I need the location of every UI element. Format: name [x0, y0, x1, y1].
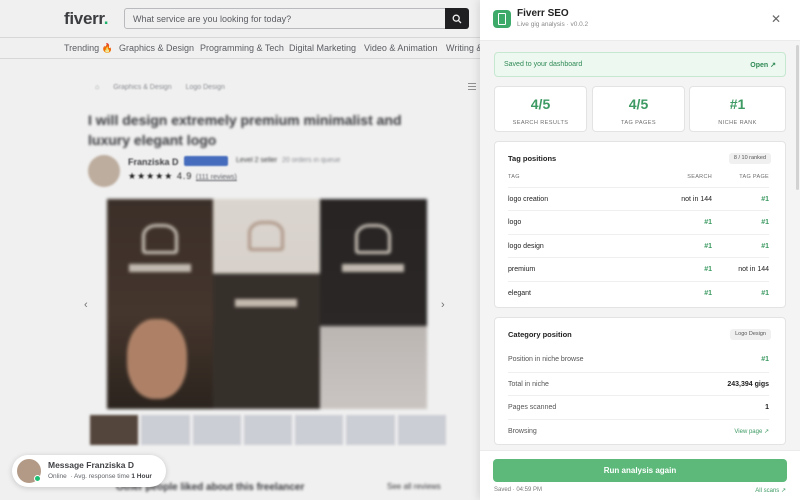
stat-label: TAG PAGES — [620, 120, 657, 126]
tag-name: premium — [508, 266, 536, 273]
stat-label: Total in niche — [508, 381, 549, 388]
stat-label: Pages scanned — [508, 404, 557, 411]
panel-header: Fiverr SEO Live gig analysis · v0.0.2 ✕ — [480, 0, 800, 41]
tag-page-position: #1 — [761, 196, 769, 203]
open-dashboard-link[interactable]: Open ↗ — [750, 61, 776, 69]
table-row: logo #1 #1 — [508, 210, 769, 233]
saved-message: Saved to your dashboard — [504, 61, 583, 68]
saved-timestamp: Saved · 04:59 PM — [494, 487, 543, 493]
run-analysis-button[interactable]: Run analysis again — [493, 459, 787, 482]
list-item: Total in niche 243,394 gigs — [508, 372, 769, 395]
tag-page-position: #1 — [761, 219, 769, 226]
category-badge: Logo Design — [730, 329, 771, 340]
list-item: Position in niche browse #1 — [508, 348, 769, 371]
panel-title: Fiverr SEO — [517, 8, 569, 19]
view-page-link[interactable]: View page ↗ — [734, 428, 769, 435]
search-position: #1 — [704, 266, 712, 273]
list-item: Pages scanned 1 — [508, 395, 769, 418]
stat-label: NICHE RANK — [718, 120, 757, 126]
niche-browse-position: #1 — [761, 356, 769, 363]
tag-name: logo — [508, 219, 522, 226]
tag-page-position: #1 — [761, 290, 769, 297]
stat-search-results: 4/5 SEARCH RESULTS — [494, 86, 587, 132]
stat-value: #1 — [729, 96, 746, 112]
table-row: elegant #1 #1 — [508, 281, 769, 304]
response-time-value: 1 Hour — [131, 473, 152, 480]
stat-label: Position in niche browse — [508, 356, 584, 363]
search-position: not in 144 — [681, 196, 712, 203]
message-status: Online · Avg. response time 1 Hour — [48, 473, 152, 480]
tag-name: elegant — [508, 290, 531, 297]
tag-positions-card: Tag positions 8 / 10 ranked TAG SEARCH T… — [494, 141, 786, 308]
column-header-search: SEARCH — [687, 174, 712, 180]
seo-extension-panel: Fiverr SEO Live gig analysis · v0.0.2 ✕ … — [480, 0, 800, 500]
category-position-card: Category position Logo Design Position i… — [494, 317, 786, 445]
ranked-count-badge: 8 / 10 ranked — [728, 153, 771, 164]
close-icon[interactable]: ✕ — [771, 12, 781, 26]
search-position: #1 — [704, 219, 712, 226]
pages-scanned: 1 — [765, 404, 769, 411]
saved-banner: Saved to your dashboard Open ↗ — [494, 52, 786, 77]
table-row: logo design #1 #1 — [508, 234, 769, 257]
all-scans-link[interactable]: All scans ↗ — [755, 487, 786, 494]
stat-tag-pages: 4/5 TAG PAGES — [592, 86, 685, 132]
panel-footer: Run analysis again Saved · 04:59 PM All … — [480, 450, 800, 500]
stat-label: Browsing — [508, 428, 537, 435]
panel-scrollbar[interactable] — [796, 45, 799, 190]
stat-niche-rank: #1 NICHE RANK — [689, 86, 786, 132]
response-time-label: · Avg. response time — [70, 473, 130, 480]
search-position: #1 — [704, 290, 712, 297]
tag-name: logo design — [508, 243, 544, 250]
search-position: #1 — [704, 243, 712, 250]
list-item: Browsing View page ↗ — [508, 419, 769, 442]
card-title: Tag positions — [508, 154, 557, 163]
tag-name: logo creation — [508, 196, 549, 203]
message-seller-bubble[interactable]: Message Franziska D Online · Avg. respon… — [12, 455, 166, 487]
extension-logo-icon — [493, 10, 511, 28]
panel-subtitle: Live gig analysis · v0.0.2 — [517, 21, 589, 28]
table-row: premium #1 not in 144 — [508, 257, 769, 280]
column-header-tag-page: TAG PAGE — [739, 174, 769, 180]
column-header-tag: TAG — [508, 174, 520, 180]
page-dim-overlay — [0, 0, 480, 500]
table-header: TAG SEARCH TAG PAGE — [508, 174, 769, 186]
total-in-niche: 243,394 gigs — [727, 381, 769, 388]
stat-value: 4/5 — [530, 96, 551, 112]
panel-body[interactable]: Saved to your dashboard Open ↗ 4/5 SEARC… — [480, 41, 800, 450]
tag-page-position: not in 144 — [738, 266, 769, 273]
online-status-dot — [34, 475, 41, 482]
stat-label: SEARCH RESULTS — [512, 120, 569, 126]
online-status: Online — [48, 473, 67, 480]
card-title: Category position — [508, 330, 572, 339]
stat-value: 4/5 — [628, 96, 649, 112]
table-row: logo creation not in 144 #1 — [508, 187, 769, 210]
message-title: Message Franziska D — [48, 460, 134, 470]
tag-page-position: #1 — [761, 243, 769, 250]
